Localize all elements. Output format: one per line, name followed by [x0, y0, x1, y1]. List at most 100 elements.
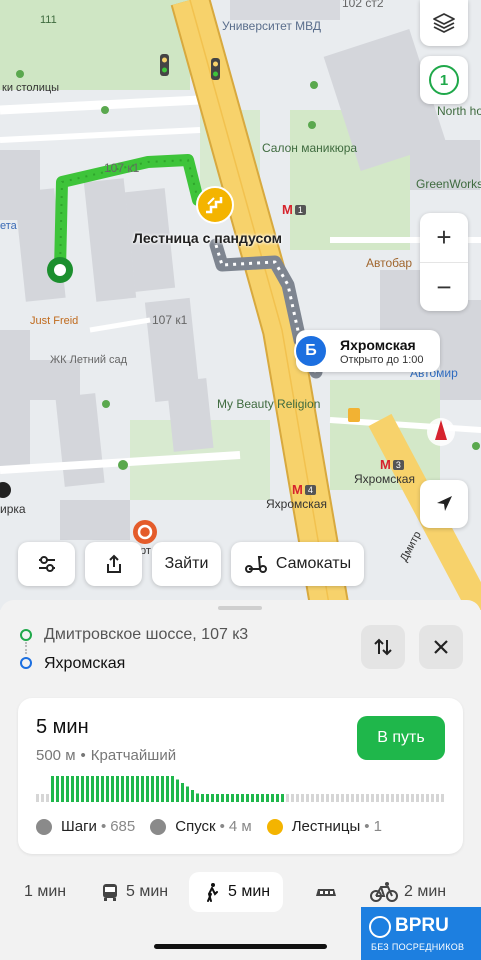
enter-button[interactable]: Зайти: [152, 542, 221, 586]
map-label-111: 111: [40, 14, 57, 26]
from-dot-icon: [20, 629, 32, 641]
elevation-bar: [121, 776, 124, 802]
share-button[interactable]: [85, 542, 142, 586]
bpru-badge: BPRU БЕЗ ПОСРЕДНИКОВ: [361, 907, 481, 960]
elevation-bar: [411, 794, 414, 802]
mode-taxi[interactable]: [313, 872, 339, 912]
elevation-bar: [216, 794, 219, 802]
home-indicator: [154, 944, 327, 949]
close-button[interactable]: [419, 625, 463, 669]
elevation-bar: [236, 794, 239, 802]
elevation-bar: [366, 794, 369, 802]
elevation-bar: [331, 794, 334, 802]
elevation-bar: [226, 794, 229, 802]
map-view[interactable]: 102 ст2 111 Университет МВД ки столицы N…: [0, 0, 481, 610]
swap-icon: [374, 638, 392, 656]
elevation-bar: [231, 794, 234, 802]
go-button[interactable]: В путь: [357, 716, 445, 760]
layers-button[interactable]: [420, 0, 468, 46]
zoom-out-button[interactable]: −: [420, 263, 468, 312]
elevation-bar: [261, 794, 264, 802]
elevation-bar: [91, 776, 94, 802]
elevation-bar: [306, 794, 309, 802]
route-summary-card[interactable]: 5 мин 500 м • Кратчайший В путь Шаги • 6…: [18, 698, 463, 854]
elevation-bar: [266, 794, 269, 802]
map-label-address: 102 ст2: [342, 0, 384, 10]
route-distance: 500 м: [36, 747, 76, 764]
route-to[interactable]: Яхромская: [44, 655, 125, 673]
map-label-beauty: My Beauty Religion: [217, 397, 321, 411]
map-label-greenworks: GreenWorks: [416, 177, 481, 191]
mode-bus-time: 5 мин: [126, 883, 169, 900]
elevation-bar: [371, 794, 374, 802]
elevation-bar: [346, 794, 349, 802]
elevation-bar: [171, 776, 174, 802]
zoom-control: + −: [420, 213, 468, 311]
route-counter-button[interactable]: 1: [420, 56, 468, 104]
elevation-bar: [146, 776, 149, 802]
taxi-icon: [316, 889, 336, 896]
scooters-button[interactable]: Самокаты: [231, 542, 364, 586]
bpru-logo-icon: [369, 916, 391, 938]
mode-walk-time: 5 мин: [228, 883, 271, 900]
elevation-profile: [36, 776, 444, 802]
elevation-bar: [246, 794, 249, 802]
mode-car[interactable]: 1 мин: [24, 872, 66, 912]
elevation-bar: [116, 776, 119, 802]
elevation-bar: [76, 776, 79, 802]
elevation-bar: [271, 794, 274, 802]
metro-station-yakhromskaya-4[interactable]: M4: [292, 482, 316, 497]
map-label-summer-garden: ЖК Летний сад: [50, 354, 128, 366]
elevation-bar: [71, 776, 74, 802]
mode-walk[interactable]: 5 мин: [189, 872, 284, 912]
stairs-dot: •: [364, 818, 370, 835]
elevation-bar: [341, 794, 344, 802]
elevation-bar: [356, 794, 359, 802]
map-label-just-freid: Just Freid: [30, 315, 79, 327]
metro-station-yakhromskaya-3[interactable]: M3: [380, 457, 404, 472]
elevation-bar: [151, 776, 154, 802]
elevation-bar: [166, 776, 169, 802]
bpru-tagline: БЕЗ ПОСРЕДНИКОВ: [371, 942, 465, 952]
elevation-bar: [111, 776, 114, 802]
sliders-icon: [38, 556, 55, 572]
zoom-in-button[interactable]: +: [420, 213, 468, 262]
descent-value: 4 м: [228, 818, 252, 835]
elevation-bar: [196, 793, 199, 802]
elevation-bar: [276, 794, 279, 802]
destination-pin[interactable]: Б: [294, 334, 328, 368]
map-label-north: North ho: [437, 104, 481, 118]
elevation-bar: [131, 776, 134, 802]
elevation-bar: [256, 794, 259, 802]
elevation-bar: [386, 794, 389, 802]
elevation-bar: [401, 794, 404, 802]
stairs-marker[interactable]: [196, 186, 234, 224]
route-counter-badge: 1: [429, 65, 459, 95]
elevation-bar: [291, 794, 294, 802]
route-from[interactable]: Дмитровское шоссе, 107 к3: [44, 626, 248, 644]
swap-button[interactable]: [361, 625, 405, 669]
metro-station-marker[interactable]: M1: [282, 202, 306, 217]
my-location-button[interactable]: [420, 480, 468, 528]
map-label-house: 107 к1: [152, 313, 188, 327]
mode-bike[interactable]: 2 мин: [370, 872, 446, 912]
route-connector: [25, 642, 27, 654]
elevation-bar: [56, 776, 59, 802]
route-meta: 500 м • Кратчайший: [36, 747, 176, 764]
close-icon: [434, 640, 448, 654]
elevation-bar: [101, 776, 104, 802]
location-arrow-icon: [437, 496, 452, 511]
sheet-grabber[interactable]: [218, 606, 262, 610]
steps-dot: •: [100, 818, 107, 835]
route-settings-button[interactable]: [18, 542, 75, 586]
mode-bus[interactable]: 5 мин: [100, 872, 168, 912]
elevation-bar: [186, 786, 189, 802]
elevation-bar: [431, 794, 434, 802]
mode-car-time: 1 мин: [24, 883, 67, 900]
destination-name: Яхромская: [340, 337, 416, 353]
elevation-bar: [191, 790, 194, 802]
elevation-bar: [326, 794, 329, 802]
elevation-bar: [201, 794, 204, 802]
metro-label-yakhromskaya: Яхромская: [354, 472, 415, 486]
map-label-house-top: 107 к1: [104, 161, 140, 175]
